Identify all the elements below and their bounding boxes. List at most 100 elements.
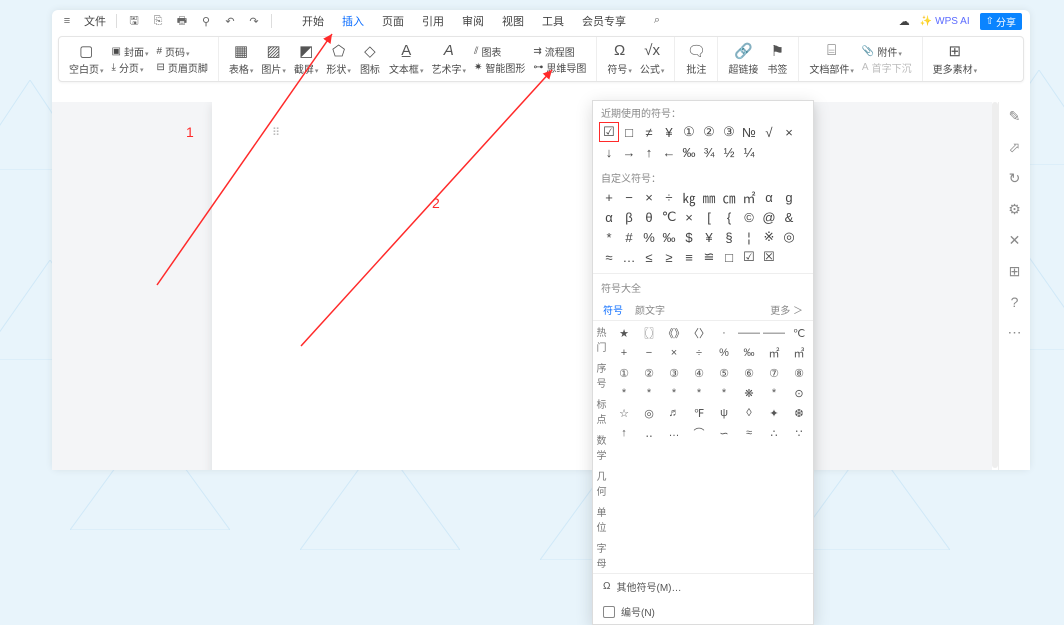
grid-symbol[interactable]: 〈〉: [689, 324, 709, 342]
grid-symbol[interactable]: ∴: [764, 424, 784, 442]
custom-symbol[interactable]: ㎏: [679, 187, 699, 207]
recent-symbol[interactable]: ¾: [699, 142, 719, 162]
grid-symbol[interactable]: ◊: [739, 404, 759, 422]
recent-symbol[interactable]: ¼: [739, 142, 759, 162]
screenshot-button[interactable]: ◩截屏: [290, 43, 323, 76]
custom-symbol[interactable]: [: [699, 207, 719, 227]
category-item[interactable]: 序号: [593, 357, 610, 393]
flowchart-button[interactable]: ⇉ 流程图: [533, 44, 586, 59]
search-icon[interactable]: ⌕: [650, 13, 664, 27]
custom-symbol[interactable]: …: [619, 247, 639, 267]
wps-ai-button[interactable]: ✨WPS AI: [920, 16, 970, 27]
refresh-icon[interactable]: ↻: [1009, 170, 1021, 187]
grid-symbol[interactable]: ◎: [639, 404, 659, 422]
grid-symbol[interactable]: ψ: [714, 404, 734, 422]
custom-symbol[interactable]: ×: [639, 187, 659, 207]
recent-symbol[interactable]: ②: [699, 122, 719, 142]
custom-symbol[interactable]: ¦: [739, 227, 759, 247]
grid-symbol[interactable]: ·: [714, 324, 734, 342]
grid-symbol[interactable]: *: [664, 384, 684, 402]
grid-symbol[interactable]: ❋: [739, 384, 759, 402]
grid-symbol[interactable]: ④: [689, 364, 709, 382]
tab-reference[interactable]: 引用: [422, 13, 444, 29]
custom-symbol[interactable]: §: [719, 227, 739, 247]
tools-icon[interactable]: ✕: [1009, 232, 1021, 249]
custom-symbol[interactable]: ㎜: [699, 187, 719, 207]
pagenum-button[interactable]: # 页码: [156, 44, 207, 59]
grid-symbol[interactable]: ㎥: [789, 344, 809, 362]
grid-symbol[interactable]: 《》: [664, 324, 684, 342]
grid-symbol[interactable]: ‥: [639, 424, 659, 442]
custom-symbol[interactable]: %: [639, 227, 659, 247]
subtab-more[interactable]: 更多 ＞: [770, 302, 803, 317]
print-icon[interactable]: 🖶: [175, 14, 189, 28]
grid-symbol[interactable]: ㎡: [764, 344, 784, 362]
bookmark-button[interactable]: ⚑书签: [762, 43, 792, 76]
comment-button[interactable]: 🗨批注: [681, 43, 711, 76]
custom-symbol[interactable]: −: [619, 187, 639, 207]
recent-symbol[interactable]: ½: [719, 142, 739, 162]
document-canvas[interactable]: ⠿: [52, 102, 992, 470]
recent-symbol[interactable]: ↓: [599, 142, 619, 162]
mindmap-button[interactable]: ⊶ 思维导图: [533, 60, 586, 75]
grid-symbol[interactable]: −: [639, 344, 659, 362]
cursor-icon[interactable]: ⬀: [1009, 139, 1021, 156]
wordart-button[interactable]: A艺术字: [427, 43, 470, 76]
custom-symbol[interactable]: {: [719, 207, 739, 227]
custom-symbol[interactable]: +: [599, 187, 619, 207]
grid-symbol[interactable]: *: [689, 384, 709, 402]
category-item[interactable]: 字母: [593, 537, 610, 573]
picture-button[interactable]: ▨图片: [257, 43, 290, 76]
custom-symbol[interactable]: ≡: [679, 247, 699, 267]
custom-symbol[interactable]: ‰: [659, 227, 679, 247]
grid-symbol[interactable]: 〖〗: [639, 324, 659, 342]
category-item[interactable]: 热门: [593, 321, 610, 357]
grid-symbol[interactable]: *: [639, 384, 659, 402]
grid-symbol[interactable]: %: [714, 344, 734, 362]
find-icon[interactable]: ⚲: [199, 14, 213, 28]
custom-symbol[interactable]: *: [599, 227, 619, 247]
chart-button[interactable]: ⫽ 图表: [474, 44, 525, 59]
grid-symbol[interactable]: ⑥: [739, 364, 759, 382]
custom-symbol[interactable]: ≥: [659, 247, 679, 267]
grid-symbol[interactable]: ∵: [789, 424, 809, 442]
recent-symbol[interactable]: №: [739, 122, 759, 142]
custom-symbol[interactable]: ≌: [699, 247, 719, 267]
section-button[interactable]: ⤓ 分页: [112, 60, 149, 75]
recent-symbol[interactable]: √: [759, 122, 779, 142]
custom-symbol[interactable]: □: [719, 247, 739, 267]
category-item[interactable]: 标点: [593, 393, 610, 429]
smartart-button[interactable]: ✷ 智能图形: [474, 60, 525, 75]
tab-member[interactable]: 会员专享: [582, 13, 626, 29]
cloud-icon[interactable]: ☁: [899, 15, 910, 28]
eye-icon[interactable]: ⊞: [1009, 263, 1021, 280]
grid-symbol[interactable]: ——: [739, 324, 759, 342]
grid-symbol[interactable]: ③: [664, 364, 684, 382]
category-item[interactable]: 单位: [593, 501, 610, 537]
grid-symbol[interactable]: …: [664, 424, 684, 442]
custom-symbol[interactable]: ℃: [659, 207, 679, 227]
grid-symbol[interactable]: ⑤: [714, 364, 734, 382]
custom-symbol[interactable]: ◎: [779, 227, 799, 247]
grid-symbol[interactable]: ‰: [739, 344, 759, 362]
pencil-icon[interactable]: ✎: [1009, 108, 1021, 125]
tab-page[interactable]: 页面: [382, 13, 404, 29]
grid-symbol[interactable]: ❆: [789, 404, 809, 422]
custom-symbol[interactable]: #: [619, 227, 639, 247]
grid-symbol[interactable]: ℃: [789, 324, 809, 342]
custom-symbol[interactable]: ㎡: [739, 187, 759, 207]
share-button[interactable]: ⇧ 分享: [980, 13, 1022, 30]
hamburger-icon[interactable]: ≡: [60, 14, 74, 28]
grid-symbol[interactable]: ——: [764, 324, 784, 342]
tab-start[interactable]: 开始: [302, 13, 324, 29]
grid-symbol[interactable]: ≈: [739, 424, 759, 442]
grid-symbol[interactable]: *: [614, 384, 634, 402]
custom-symbol[interactable]: θ: [639, 207, 659, 227]
textbox-button[interactable]: A̲文本框: [385, 43, 428, 76]
custom-symbol[interactable]: ×: [679, 207, 699, 227]
recent-symbol[interactable]: ≠: [639, 122, 659, 142]
grid-symbol[interactable]: ∽: [714, 424, 734, 442]
formula-button[interactable]: √x公式: [636, 43, 669, 76]
redo-icon[interactable]: ↷: [247, 14, 261, 28]
custom-symbol[interactable]: ≈: [599, 247, 619, 267]
